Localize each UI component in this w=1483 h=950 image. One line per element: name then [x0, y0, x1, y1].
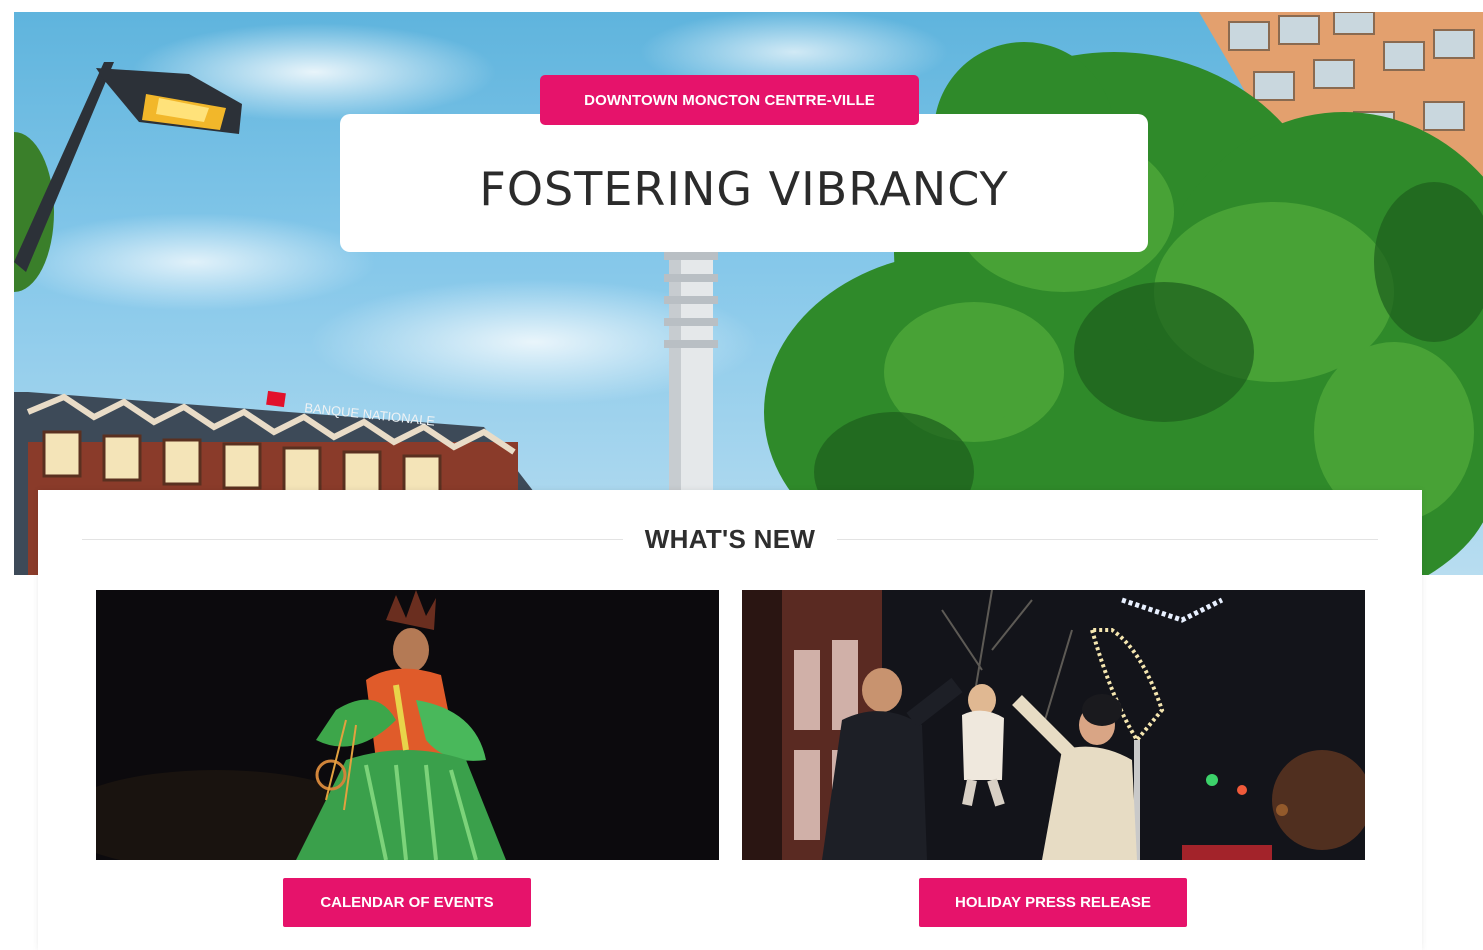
- whats-new-heading-row: WHAT'S NEW: [82, 523, 1379, 554]
- hero-title-card: FOSTERING VIBRANCY: [340, 114, 1148, 252]
- hero-eyebrow-badge: DOWNTOWN MONCTON CENTRE-VILLE: [540, 75, 919, 125]
- holiday-lights-family-photo[interactable]: [742, 590, 1365, 860]
- whats-new-heading: WHAT'S NEW: [644, 523, 816, 554]
- heading-divider-right: [837, 538, 1379, 540]
- page: BANQUE NATIONALE FOSTERING VIBRANCY DOWN…: [0, 0, 1483, 950]
- calendar-of-events-button[interactable]: CALENDAR OF EVENTS: [283, 878, 531, 927]
- hero-title: FOSTERING VIBRANCY: [479, 162, 1009, 216]
- holiday-press-release-button[interactable]: HOLIDAY PRESS RELEASE: [919, 878, 1187, 927]
- heading-divider-left: [82, 538, 623, 540]
- whats-new-section: WHAT'S NEW CALENDAR OF EVENTS HOLIDAY PR…: [38, 490, 1422, 950]
- powwow-dancer-photo[interactable]: [96, 590, 719, 860]
